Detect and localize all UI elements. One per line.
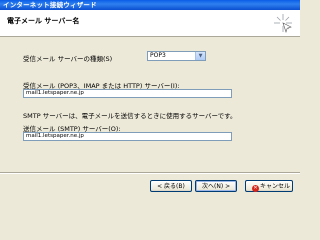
next-button[interactable]: 次へ(N) > — [195, 180, 237, 192]
title-bar: インターネット接続ウィザード — [0, 0, 300, 10]
outgoing-server-input[interactable]: mail1.letspaper.ne.jp — [23, 132, 232, 141]
footer-divider — [0, 172, 300, 174]
chevron-down-icon[interactable]: ▼ — [195, 52, 205, 60]
back-button[interactable]: < 戻る(B) — [150, 180, 192, 192]
smtp-description: SMTP サーバーは、電子メールを送信するときに使用するサーバーです。 — [23, 112, 237, 120]
wizard-header: 電子メール サーバー名 — [0, 10, 300, 37]
cancel-button[interactable]: ✕ キャンセル — [245, 180, 293, 192]
incoming-server-input[interactable]: mail1.letspaper.ne.jp — [23, 89, 232, 98]
wizard-sparkle-icon — [274, 14, 292, 33]
page-title: 電子メール サーバー名 — [7, 17, 80, 25]
cancel-button-label: キャンセル — [260, 183, 291, 190]
server-type-label: 受信メール サーバーの種類(S) — [23, 55, 113, 63]
window-title: インターネット接続ウィザード — [3, 1, 97, 9]
wizard-window: インターネット接続ウィザード 電子メール サーバー名 受信メール サーバーの種類… — [0, 0, 300, 200]
cancel-x-icon: ✕ — [252, 185, 259, 192]
server-type-select[interactable]: POP3 ▼ — [147, 51, 206, 61]
server-type-value: POP3 — [150, 52, 166, 59]
